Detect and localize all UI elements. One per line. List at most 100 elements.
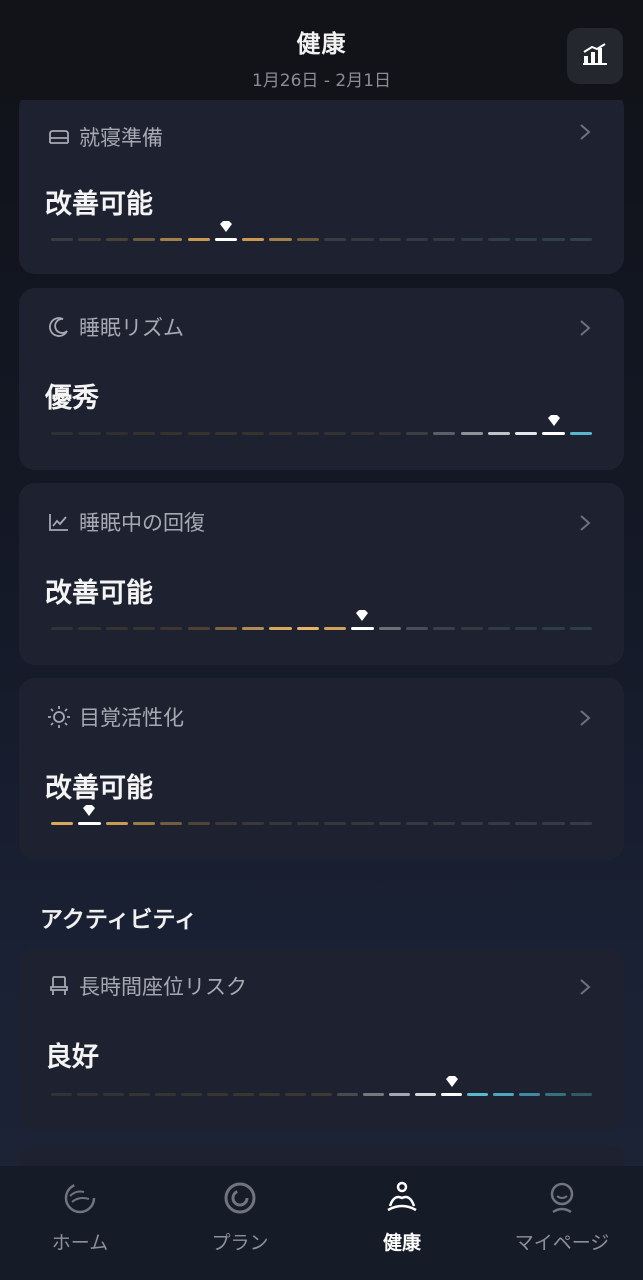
scale-segment (269, 432, 292, 435)
date-range[interactable]: 1月26日 - 2月1日 (0, 66, 643, 91)
scale-segment (242, 627, 265, 630)
scale-segment (51, 238, 74, 241)
rating-scale (51, 1067, 592, 1097)
scale-segment (105, 432, 128, 435)
scale-segment (519, 1093, 540, 1096)
scale-segment (160, 627, 183, 630)
card-sleep-rhythm[interactable]: 睡眠リズム 優秀 (19, 288, 624, 470)
tab-label: プラン (211, 1232, 269, 1254)
stats-button[interactable] (567, 28, 623, 84)
bed-icon (47, 125, 71, 149)
scale-segment (132, 432, 156, 435)
scale-segment (187, 822, 210, 825)
card-sleep-prep[interactable]: 就寝準備 改善可能 (19, 92, 624, 274)
scale-segment (324, 432, 347, 435)
swirl-circle-icon (64, 1182, 96, 1214)
scale-segment (378, 238, 401, 241)
scale-segment (351, 627, 374, 630)
scale-segment (296, 432, 319, 435)
scale-segment (351, 822, 374, 825)
scale-segment (160, 432, 183, 435)
chevron-right-icon (580, 320, 591, 336)
scale-segment (311, 1093, 332, 1096)
bar-chart-icon (582, 42, 608, 70)
scale-segment (78, 822, 101, 825)
scale-segment (51, 627, 74, 630)
person-icon (550, 1182, 574, 1214)
rating-scale (51, 601, 592, 631)
chevron-right-icon (580, 124, 591, 140)
scale-segment (542, 238, 565, 241)
marker-icon (356, 610, 369, 621)
scale-segment (351, 432, 374, 435)
scale-segment (51, 822, 74, 825)
scale-segment (207, 1093, 228, 1096)
tab-plan[interactable]: プラン (160, 1176, 320, 1266)
card-wake-activation[interactable]: 目覚活性化 改善可能 (19, 678, 624, 860)
card-title: 睡眠中の回復 (79, 511, 205, 535)
tab-home[interactable]: ホーム (0, 1176, 160, 1266)
scale-segment (242, 238, 265, 241)
scale-segment (569, 627, 592, 630)
scale-segment (214, 822, 238, 825)
scale-segment (542, 627, 565, 630)
card-sitting-risk[interactable]: 長時間座位リスク 良好 (19, 947, 624, 1131)
tab-mypage[interactable]: マイページ (482, 1176, 642, 1266)
rating-scale (51, 212, 592, 242)
scale-segment (324, 822, 347, 825)
scale-segment (103, 1093, 124, 1096)
chair-icon (47, 974, 71, 998)
tab-health[interactable]: 健康 (322, 1176, 482, 1266)
scale-segment (378, 822, 401, 825)
scale-segment (433, 627, 456, 630)
scale-segment (242, 822, 265, 825)
scale-segment (460, 627, 483, 630)
marker-icon (445, 1076, 458, 1087)
app-header: 健康 1月26日 - 2月1日 (0, 0, 643, 100)
scale-segment (259, 1093, 280, 1096)
card-sleep-recovery[interactable]: 睡眠中の回復 改善可能 (19, 483, 624, 665)
scale-segment (187, 238, 210, 241)
scale-segment (269, 822, 292, 825)
scale-segment (160, 822, 183, 825)
scale-segment (78, 627, 101, 630)
scale-segment (242, 432, 265, 435)
scale-segment (105, 627, 128, 630)
tab-label: マイページ (514, 1232, 610, 1254)
scale-segment (415, 1093, 436, 1096)
scale-segment (214, 627, 238, 630)
line-chart-icon (47, 510, 71, 534)
scale-segment (105, 238, 128, 241)
scale-segment (51, 1093, 72, 1096)
scale-segment (405, 238, 429, 241)
marker-icon (219, 221, 232, 232)
scale-segment (324, 238, 347, 241)
scale-segment (324, 627, 347, 630)
chevron-right-icon (580, 979, 591, 995)
scale-segment (569, 432, 592, 435)
scale-segment (405, 627, 429, 630)
scale-segment (132, 238, 156, 241)
scale-segment (493, 1093, 514, 1096)
meditation-icon (387, 1181, 417, 1212)
marker-icon (547, 415, 560, 426)
card-title: 目覚活性化 (79, 706, 184, 730)
tab-label: ホーム (51, 1232, 109, 1254)
chevron-right-icon (580, 710, 591, 726)
scale-segment (405, 822, 429, 825)
scale-segment (363, 1093, 384, 1096)
chevron-right-icon (580, 515, 591, 531)
scale-segment (569, 822, 592, 825)
scale-segment (78, 432, 101, 435)
scale-segment (132, 822, 156, 825)
scale-segment (296, 627, 319, 630)
scale-segment (187, 627, 210, 630)
scale-segment (487, 432, 511, 435)
rating-scale (51, 796, 592, 826)
bottom-tab-bar: ホーム プラン 健康 マイページ (0, 1166, 643, 1280)
scale-segment (515, 822, 538, 825)
scale-segment (337, 1093, 358, 1096)
scale-segment (285, 1093, 306, 1096)
scale-segment (487, 822, 511, 825)
scale-segment (129, 1093, 150, 1096)
